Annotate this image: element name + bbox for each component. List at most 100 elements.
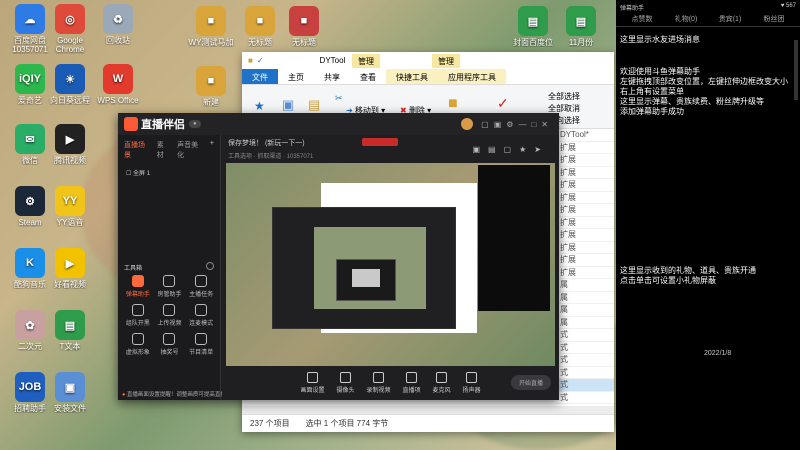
live-badge — [362, 138, 398, 146]
danmaku-panel[interactable]: 弹幕助手 ♥ 567 点赞数 礼物(0) 贵宾(1) 粉丝团 这里显示水友进场消… — [616, 0, 800, 450]
desktop-icon-label: WY测试马加 — [188, 38, 234, 47]
tool-item[interactable]: 上传视频 — [154, 304, 186, 327]
stream-preview[interactable] — [226, 163, 555, 367]
ribbon-tabs: 文件 主页 共享 查看 快捷工具 应用程序工具 — [242, 69, 614, 85]
tool-item[interactable]: 节目清单 — [185, 333, 217, 356]
app-icon: ☁ — [15, 4, 45, 34]
tool-item[interactable]: 组队开黑 — [122, 304, 154, 327]
tool-item[interactable]: 主播任务 — [185, 275, 217, 298]
explorer-file-list[interactable]: DYTool* 扩展 扩展 扩展 扩展 扩展 扩展 扩展 扩展 扩展 扩展 扩展属属属属式式式式式式 — [556, 129, 614, 412]
horizontal-scrollbar[interactable] — [242, 406, 614, 414]
file-list-row[interactable]: 属 — [556, 317, 614, 329]
danmaku-titlebar[interactable]: 弹幕助手 ♥ 567 — [616, 0, 800, 12]
quick-access-icon[interactable]: ■ — [248, 56, 253, 65]
select-all-button[interactable]: 全部选择 — [548, 91, 580, 102]
file-list-row[interactable]: 式 — [556, 392, 614, 404]
file-list-row[interactable]: DYTool* — [556, 129, 614, 142]
file-list-row[interactable]: 属 — [556, 279, 614, 292]
file-list-row[interactable]: 式 — [556, 379, 614, 392]
desktop-icon[interactable]: W WPS Office — [90, 64, 146, 105]
context-tab-manage-2[interactable]: 管理 — [432, 54, 460, 68]
file-list-row[interactable]: 扩展 — [556, 154, 614, 167]
tab-home[interactable]: 主页 — [278, 69, 314, 84]
explorer-titlebar[interactable]: ■ ✓ DYTool — [242, 52, 614, 69]
file-list-row[interactable]: 扩展 — [556, 167, 614, 179]
desktop-icon[interactable]: ■ WY测试马加 — [183, 6, 239, 47]
start-live-button[interactable]: 开始直播 — [510, 375, 551, 390]
toolbar-label: 摄像头 — [336, 388, 355, 394]
copy-icon[interactable]: ▣ — [282, 97, 294, 113]
file-list-row[interactable]: 扩展 — [556, 217, 614, 229]
danmaku-message-line: 这里显示弹幕、贵族续费、粉丝牌升级等 — [620, 97, 764, 106]
file-list-row[interactable]: 扩展 — [556, 179, 614, 192]
tab-scenes[interactable]: 直播场景 — [124, 140, 149, 160]
file-list-row[interactable]: 扩展 — [556, 242, 614, 254]
desktop-icon[interactable]: YY YY语音 — [42, 186, 98, 227]
avatar[interactable] — [461, 118, 474, 130]
bottom-toolbar-button[interactable]: 麦克风 — [433, 372, 451, 394]
tab-view[interactable]: 查看 — [350, 69, 386, 84]
desktop-icon[interactable]: ▣ 安装文件 — [42, 372, 98, 413]
bottom-toolbar-button[interactable]: 直播项 — [403, 372, 421, 394]
stream-icons[interactable]: ▣▤▢★➤ — [472, 145, 549, 154]
bottom-toolbar-button[interactable]: 录制视频 — [366, 372, 391, 394]
desktop-icon[interactable]: ▶ 腾讯视频 — [42, 124, 98, 165]
danmaku-scrollbar[interactable] — [794, 40, 798, 100]
file-list-row[interactable]: 属 — [556, 292, 614, 304]
file-list-row[interactable]: 属 — [556, 304, 614, 317]
check-icon[interactable]: ✓ — [257, 56, 264, 65]
file-list-row[interactable]: 扩展 — [556, 192, 614, 204]
tool-item[interactable]: 抽奖号 — [154, 333, 186, 356]
desktop-icon[interactable]: ▤ T文本 — [42, 310, 98, 351]
new-folder-icon[interactable]: ■ — [448, 95, 458, 113]
file-list-row[interactable]: 扩展 — [556, 229, 614, 242]
tab-app-tools[interactable]: 应用程序工具 — [438, 69, 506, 84]
tool-item[interactable]: 连麦模式 — [185, 304, 217, 327]
file-list-row[interactable]: 扩展 — [556, 204, 614, 217]
tool-item[interactable]: 房管助手 — [154, 275, 186, 298]
bottom-toolbar-button[interactable]: 扬声器 — [463, 372, 481, 394]
app-icon: ▤ — [518, 6, 548, 36]
file-list-row[interactable]: 式 — [556, 342, 614, 354]
tab-materials[interactable]: 素材 — [157, 140, 169, 160]
properties-icon[interactable]: ✓ — [497, 95, 509, 112]
bottom-toolbar-button[interactable]: 画面设置 — [300, 372, 324, 394]
desktop-icon[interactable]: ■ 无标题 — [276, 6, 332, 47]
tab-share[interactable]: 共享 — [314, 69, 350, 84]
stat-fans[interactable]: 粉丝团 — [752, 14, 796, 24]
desktop-icon[interactable]: ♻ 回收站 — [90, 4, 146, 45]
context-tab-manage-1[interactable]: 管理 — [352, 54, 380, 68]
scene-item[interactable]: ☐ 全屏 1 — [118, 165, 220, 180]
file-list-row[interactable]: 式 — [556, 329, 614, 342]
desktop-icon-label: T文本 — [59, 342, 81, 351]
left-tabs: 直播场景 素材 声音美化 + — [118, 135, 220, 165]
desktop-icon[interactable]: ▶ 好看视频 — [42, 248, 98, 289]
file-list-row[interactable]: 式 — [556, 367, 614, 379]
cut-icon[interactable]: ✂ — [335, 93, 343, 104]
paste-icon[interactable]: ▤ — [308, 97, 320, 113]
stat-vip[interactable]: 贵宾(1) — [708, 14, 752, 24]
tab-file[interactable]: 文件 — [242, 69, 278, 84]
pin-icon[interactable]: ★ — [254, 99, 265, 113]
file-list-row[interactable]: 扩展 — [556, 254, 614, 267]
file-list-row[interactable]: 扩展 — [556, 142, 614, 154]
stat-likes[interactable]: 点赞数 — [620, 14, 664, 24]
tab-shortcut-tools[interactable]: 快捷工具 — [386, 69, 438, 84]
stream-app-window[interactable]: 直播伴侣 ● ▢▣⚙—□✕ 直播场景 素材 声音美化 + ☐ 全屏 1 工具箱 … — [118, 113, 559, 400]
bottom-toolbar-button[interactable]: 摄像头 — [336, 372, 354, 394]
tool-item[interactable]: 虚拟形象 — [122, 333, 154, 356]
tool-item[interactable]: 弹幕助手 — [122, 275, 154, 298]
desktop-icon[interactable]: ■ 新建 — [183, 66, 239, 107]
file-list-row[interactable]: 式 — [556, 354, 614, 367]
tab-audio[interactable]: 声音美化 — [177, 140, 202, 160]
file-list-row[interactable]: 扩展 — [556, 267, 614, 279]
tools-expand-icon[interactable] — [206, 262, 214, 270]
desktop-icon-label: 11月份 — [568, 38, 594, 47]
tool-icon — [131, 333, 144, 345]
stat-gifts[interactable]: 礼物(0) — [664, 14, 708, 24]
stream-app-titlebar[interactable]: 直播伴侣 ● ▢▣⚙—□✕ — [118, 113, 559, 135]
add-icon[interactable]: + — [210, 140, 214, 160]
window-controls[interactable]: ▢▣⚙—□✕ — [481, 120, 553, 129]
desktop-icon[interactable]: ▤ 11月份 — [553, 6, 609, 47]
app-name: 直播伴侣 — [141, 119, 185, 131]
